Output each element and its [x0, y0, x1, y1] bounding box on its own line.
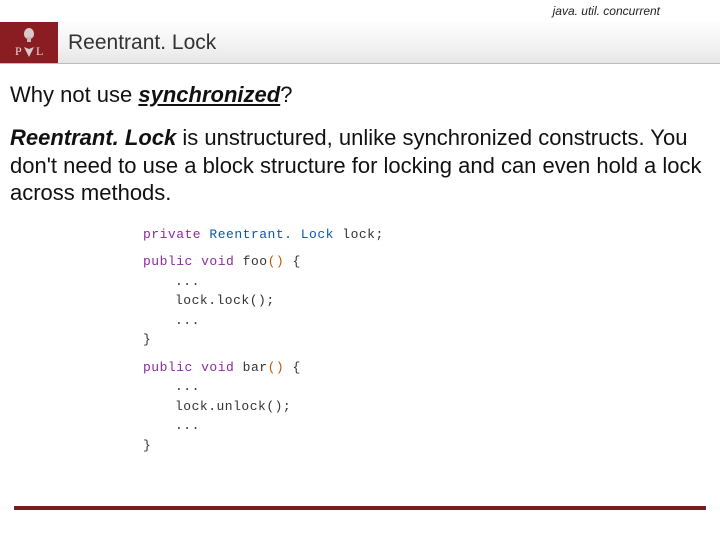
code-block: private Reentrant. Lock lock; public voi… — [143, 225, 573, 456]
code-line-brace: } — [143, 330, 573, 350]
code-line-body: ... — [143, 311, 573, 331]
code-brace-open: { — [292, 360, 300, 375]
code-method-name: foo — [243, 254, 268, 269]
svg-text:L: L — [36, 44, 43, 58]
code-line-brace: } — [143, 436, 573, 456]
code-stmt: ... — [175, 274, 200, 289]
code-stmt: lock.lock(); — [175, 293, 275, 308]
code-keyword: public — [143, 360, 193, 375]
code-stmt: ... — [175, 379, 200, 394]
code-return-type: void — [201, 360, 234, 375]
logo-badge: P L — [0, 22, 58, 63]
code-line-body: ... — [143, 377, 573, 397]
code-line-body: ... — [143, 272, 573, 292]
code-type: Reentrant. Lock — [209, 227, 334, 242]
code-line-body: ... — [143, 416, 573, 436]
slide-body: Why not use synchronized? Reentrant. Loc… — [0, 64, 720, 455]
code-keyword: private — [143, 227, 201, 242]
code-ident: lock; — [342, 227, 384, 242]
code-brace-close: } — [143, 438, 151, 453]
slide-title: Reentrant. Lock — [58, 22, 216, 63]
question-prefix: Why not use — [10, 82, 138, 107]
explanation-emph: Reentrant. Lock — [10, 125, 176, 150]
code-brace-close: } — [143, 332, 151, 347]
code-brace-open: { — [292, 254, 300, 269]
slide-header: P L Reentrant. Lock — [0, 22, 720, 64]
code-keyword: public — [143, 254, 193, 269]
code-return-type: void — [201, 254, 234, 269]
code-line-body: lock.unlock(); — [143, 397, 573, 417]
explanation-paragraph: Reentrant. Lock is unstructured, unlike … — [10, 124, 706, 207]
code-method-bar: public void bar() { ... lock.unlock(); .… — [143, 358, 573, 456]
crest-icon: P L — [7, 25, 51, 61]
code-stmt: ... — [175, 418, 200, 433]
code-stmt: lock.unlock(); — [175, 399, 291, 414]
code-line-sig: public void bar() { — [143, 358, 573, 378]
code-method-foo: public void foo() { ... lock.lock(); ...… — [143, 252, 573, 350]
package-label: java. util. concurrent — [553, 4, 660, 18]
slide: java. util. concurrent P L Reentrant. Lo… — [0, 0, 720, 540]
code-method-name: bar — [243, 360, 268, 375]
code-line-body: lock.lock(); — [143, 291, 573, 311]
code-line-sig: public void foo() { — [143, 252, 573, 272]
question-keyword: synchronized — [138, 82, 280, 107]
question-suffix: ? — [280, 82, 292, 107]
question-line: Why not use synchronized? — [10, 82, 706, 108]
top-strip: java. util. concurrent — [0, 0, 720, 22]
svg-text:P: P — [15, 44, 22, 58]
code-line-decl: private Reentrant. Lock lock; — [143, 225, 573, 245]
code-parens: () — [268, 254, 285, 269]
code-stmt: ... — [175, 313, 200, 328]
footer-rule — [14, 506, 706, 510]
code-parens: () — [268, 360, 285, 375]
